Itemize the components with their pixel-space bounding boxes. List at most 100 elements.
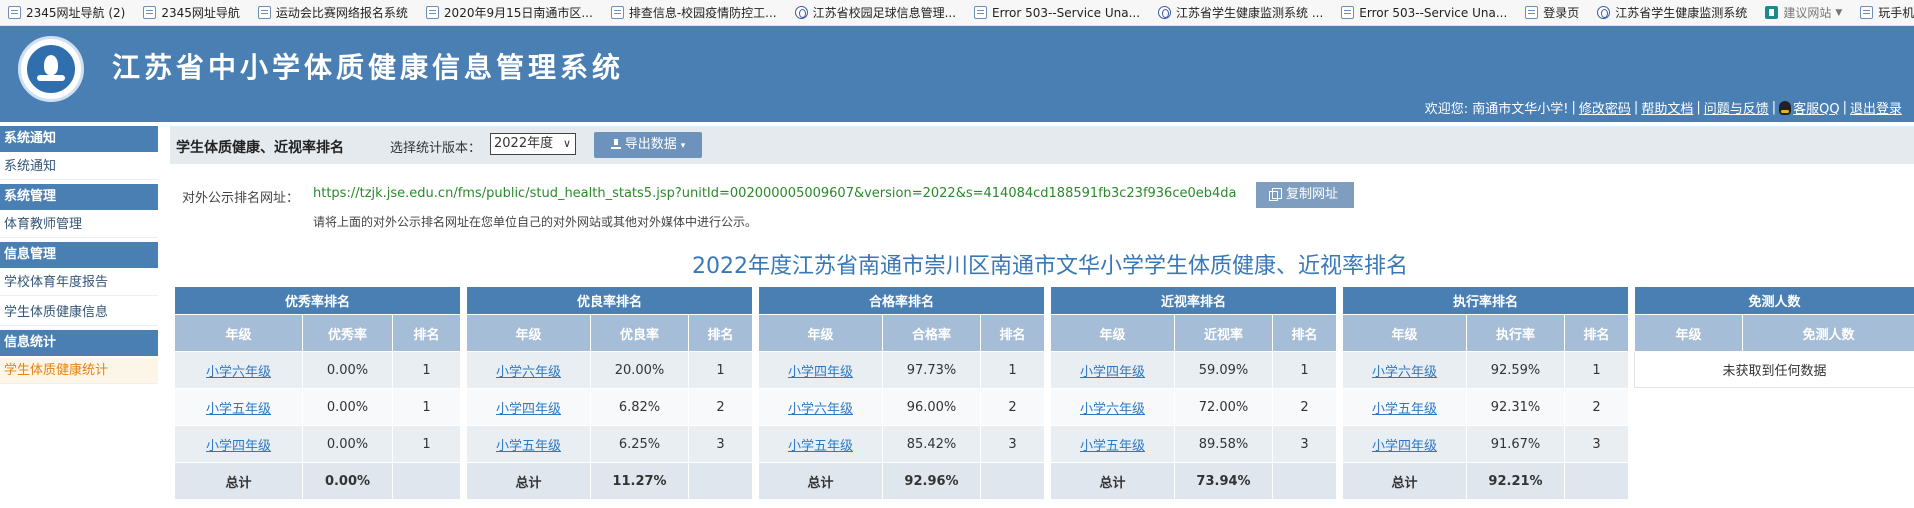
rank-cell: 2: [687, 388, 754, 426]
table-row: 小学五年级 85.42% 3: [758, 425, 1046, 463]
rank-cell: 1: [391, 351, 462, 389]
grade-link[interactable]: 小学六年级: [788, 402, 853, 417]
bookmark-item[interactable]: 2020年9月15日南通市区...: [418, 0, 603, 25]
page-icon: [1860, 6, 1874, 19]
rank-cell: 1: [391, 388, 462, 426]
table-row: 小学五年级 89.58% 3: [1050, 425, 1338, 463]
table-row: 小学五年级 6.25% 3: [466, 425, 754, 463]
bookmark-item[interactable]: 江苏省校园足球信息管理...: [787, 0, 966, 25]
copy-url-button[interactable]: 复制网址: [1256, 182, 1354, 208]
service-qq-link[interactable]: 客服QQ: [1793, 98, 1839, 117]
help-docs-link[interactable]: 帮助文档: [1641, 98, 1693, 117]
rate-cell: 89.58%: [1174, 425, 1273, 463]
toolbar: 学生体质健康、近视率排名 选择统计版本： 2022年度 ∨ 导出数据 ▾: [170, 126, 1914, 164]
chevron-down-icon: ∨: [562, 137, 571, 150]
grade-link[interactable]: 小学五年级: [206, 402, 271, 417]
sidebar-item-notice[interactable]: 系统通知: [0, 154, 158, 180]
column-header: 合格率: [882, 314, 981, 352]
feedback-link[interactable]: 问题与反馈: [1704, 98, 1769, 117]
column-header: 排名: [1563, 314, 1630, 352]
grade-link[interactable]: 小学六年级: [1080, 402, 1145, 417]
bookmark-folder-suggested-sites[interactable]: 建议网站 ▼: [1757, 0, 1852, 25]
rate-cell: 0.00%: [302, 425, 393, 463]
page-icon: [257, 6, 271, 19]
globe-icon: [1597, 6, 1611, 19]
ranking-table-excellent: 优秀率排名 年级 优秀率 排名 小学六年级 0.00% 1 小学五年级 0.00% 1 小学…: [173, 286, 462, 500]
grade-link[interactable]: 小学四年级: [496, 402, 561, 417]
rate-cell: 6.25%: [590, 425, 689, 463]
rank-cell: 1: [1563, 351, 1630, 389]
sidebar-group-stats[interactable]: 信息统计: [0, 330, 158, 356]
rate-cell: 92.59%: [1466, 351, 1565, 389]
grade-link[interactable]: 小学五年级: [1372, 402, 1437, 417]
total-label: 总计: [758, 462, 883, 500]
export-data-button[interactable]: 导出数据 ▾: [594, 132, 702, 158]
total-rate: 92.21%: [1466, 462, 1565, 500]
bookmark-item[interactable]: 排查信息-校园疫情防控工...: [603, 0, 787, 25]
rate-cell: 85.42%: [882, 425, 981, 463]
qq-icon: [1779, 100, 1792, 115]
bookmark-item[interactable]: Error 503--Service Una...: [1333, 0, 1517, 25]
rate-cell: 97.73%: [882, 351, 981, 389]
total-label: 总计: [466, 462, 591, 500]
sidebar-group-notice[interactable]: 系统通知: [0, 126, 158, 152]
bookmark-item[interactable]: 2345网址导航: [135, 0, 250, 25]
bookmark-item[interactable]: 运动会比赛网络报名系统: [250, 0, 418, 25]
grade-link[interactable]: 小学五年级: [788, 439, 853, 454]
grade-link[interactable]: 小学五年级: [496, 439, 561, 454]
column-header: 年级: [758, 314, 883, 352]
grade-link[interactable]: 小学四年级: [788, 365, 853, 380]
sidebar-group-info[interactable]: 信息管理: [0, 242, 158, 268]
caret-down-icon: ▼: [1835, 7, 1843, 18]
column-header: 优秀率: [302, 314, 393, 352]
site-logo: [18, 36, 84, 102]
rank-cell: 3: [979, 425, 1046, 463]
table-row: 小学五年级 0.00% 1: [174, 388, 462, 426]
grade-link[interactable]: 小学四年级: [1080, 365, 1145, 380]
rate-cell: 0.00%: [302, 388, 393, 426]
total-rank: [687, 462, 754, 500]
change-password-link[interactable]: 修改密码: [1579, 98, 1631, 117]
sidebar-item-health-info[interactable]: 学生体质健康信息: [0, 300, 158, 326]
bookmark-item[interactable]: 登录页: [1517, 0, 1589, 25]
total-row: 总计 73.94%: [1050, 462, 1338, 500]
empty-message: 未获取到任何数据: [1633, 351, 1914, 388]
version-select[interactable]: 2022年度 ∨: [490, 133, 576, 155]
bookmark-item[interactable]: 江苏省学生健康监测系统 ...: [1150, 0, 1333, 25]
page-icon: [610, 6, 624, 19]
grade-link[interactable]: 小学六年级: [496, 365, 561, 380]
table-caption: 优秀率排名: [173, 286, 462, 315]
table-caption: 执行率排名: [1341, 286, 1630, 315]
grade-link[interactable]: 小学五年级: [1080, 439, 1145, 454]
bookmark-item[interactable]: Error 503--Service Una...: [966, 0, 1150, 25]
bing-icon: [1765, 6, 1779, 19]
public-url-hint: 请将上面的对外公示排名网址在您单位自己的对外网站或其他对外媒体中进行公示。: [313, 215, 758, 229]
rank-cell: 1: [1271, 351, 1338, 389]
grade-link[interactable]: 小学六年级: [206, 365, 271, 380]
grade-link[interactable]: 小学四年级: [206, 439, 271, 454]
column-header: 优良率: [590, 314, 689, 352]
column-header: 排名: [979, 314, 1046, 352]
sidebar-item-annual-report[interactable]: 学校体育年度报告: [0, 270, 158, 296]
sidebar-group-system[interactable]: 系统管理: [0, 184, 158, 210]
table-row: 小学六年级 72.00% 2: [1050, 388, 1338, 426]
total-label: 总计: [174, 462, 303, 500]
logout-link[interactable]: 退出登录: [1850, 98, 1902, 117]
table-caption: 近视率排名: [1049, 286, 1338, 315]
grade-link[interactable]: 小学四年级: [1372, 439, 1437, 454]
grade-link[interactable]: 小学六年级: [1372, 365, 1437, 380]
bookmark-item[interactable]: 江苏省学生健康监测系统: [1589, 0, 1757, 25]
rank-cell: 3: [687, 425, 754, 463]
table-row: 小学六年级 20.00% 1: [466, 351, 754, 389]
sidebar-item-pe-teachers[interactable]: 体育教师管理: [0, 212, 158, 238]
sidebar-item-health-stats[interactable]: 学生体质健康统计: [0, 358, 158, 384]
ranking-table-good: 优良率排名 年级 优良率 排名 小学六年级 20.00% 1 小学四年级 6.82% 2 小…: [465, 286, 754, 500]
ranking-title: 2022年度江苏省南通市崇川区南通市文华小学学生体质健康、近视率排名: [692, 254, 1408, 279]
total-rank: [391, 462, 462, 500]
rate-cell: 0.00%: [302, 351, 393, 389]
rate-cell: 72.00%: [1174, 388, 1273, 426]
bookmark-item[interactable]: 玩手机游戏: [1852, 0, 1914, 25]
version-label: 选择统计版本：: [390, 141, 482, 156]
rate-cell: 96.00%: [882, 388, 981, 426]
bookmark-item[interactable]: 2345网址导航 (2): [0, 0, 135, 25]
